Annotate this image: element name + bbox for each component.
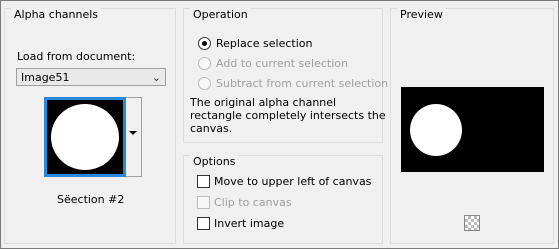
alpha-thumbnail-circle: [51, 104, 119, 170]
dropdown-arrow-icon: [129, 131, 137, 135]
add-to-selection-radio[interactable]: [198, 57, 211, 70]
radio-selected-dot: [202, 41, 207, 46]
chevron-down-icon: ⌄: [151, 71, 161, 84]
invert-image-checkbox[interactable]: [197, 217, 210, 230]
selection-name-label: Sëection #2: [57, 193, 125, 206]
operation-description-line-2: rectangle completely intersects the: [190, 109, 386, 122]
alpha-thumbnail-image: [44, 97, 126, 177]
move-upper-left-label[interactable]: Move to upper left of canvas: [214, 175, 371, 188]
document-select[interactable]: Image51 ⌄: [16, 68, 166, 86]
thumbnail-dropdown-button[interactable]: [126, 97, 142, 177]
alpha-channels-title: Alpha channels: [11, 8, 102, 21]
preview-title: Preview: [397, 8, 446, 21]
operation-description-line-3: canvas.: [190, 122, 233, 135]
load-from-document-label: Load from document:: [17, 50, 136, 63]
add-to-selection-label[interactable]: Add to current selection: [216, 57, 348, 70]
clip-to-canvas-label[interactable]: Clip to canvas: [214, 196, 292, 209]
subtract-from-selection-label[interactable]: Subtract from current selection: [216, 77, 388, 90]
operation-description-line-1: The original alpha channel: [190, 96, 337, 109]
options-title: Options: [190, 155, 239, 168]
subtract-from-selection-radio[interactable]: [198, 77, 211, 90]
document-select-value: Image51: [21, 71, 70, 84]
preview-circle: [410, 104, 462, 156]
preview-image: [401, 87, 544, 172]
replace-selection-label[interactable]: Replace selection: [216, 37, 312, 50]
operation-title: Operation: [190, 8, 251, 21]
invert-image-label[interactable]: Invert image: [214, 217, 284, 230]
replace-selection-radio[interactable]: [198, 37, 211, 50]
transparency-checker-icon[interactable]: [464, 215, 480, 231]
clip-to-canvas-checkbox[interactable]: [197, 196, 210, 209]
alpha-channel-thumbnail[interactable]: [44, 97, 142, 177]
move-upper-left-checkbox[interactable]: [197, 175, 210, 188]
